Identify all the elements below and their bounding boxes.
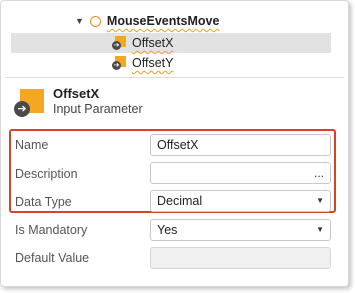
description-input[interactable]: ...: [150, 162, 331, 184]
ellipsis-button[interactable]: ...: [314, 163, 324, 183]
expand-caret-icon[interactable]: ▼: [75, 16, 84, 26]
tree-item-label: OffsetX: [132, 36, 174, 50]
name-label: Name: [15, 138, 49, 152]
element-type: Input Parameter: [53, 102, 143, 116]
is-mandatory-select[interactable]: Yes ▼: [150, 219, 331, 241]
element-title: OffsetX: [53, 86, 100, 101]
tree-item-offsety[interactable]: ➔ OffsetY: [112, 53, 173, 73]
data-type-label: Data Type: [15, 195, 72, 209]
name-input[interactable]: OffsetX: [150, 134, 331, 156]
properties-panel: ▼ MouseEventsMove ➔ OffsetX ➔ OffsetY ➔ …: [0, 0, 349, 287]
tree-item-label: OffsetY: [132, 56, 174, 70]
data-type-select[interactable]: Decimal ▼: [150, 190, 331, 212]
input-parameter-icon: ➔: [112, 56, 126, 70]
data-type-value: Decimal: [157, 194, 203, 208]
default-value-input[interactable]: [150, 247, 331, 269]
input-parameter-icon: ➔: [112, 36, 126, 50]
chevron-down-icon: ▼: [316, 225, 324, 234]
client-action-icon: [89, 15, 101, 27]
is-mandatory-label: Is Mandatory: [15, 223, 88, 237]
default-value-label: Default Value: [15, 251, 90, 265]
divider: [5, 77, 344, 78]
name-value: OffsetX: [157, 138, 199, 152]
tree-item-label: MouseEventsMove: [106, 14, 220, 28]
tree-item-offsetx[interactable]: ➔ OffsetX: [112, 33, 173, 53]
chevron-down-icon: ▼: [316, 196, 324, 205]
tree-item-mouseeventsmove[interactable]: ▼ MouseEventsMove: [75, 11, 219, 31]
description-label: Description: [15, 167, 78, 181]
input-parameter-icon: ➔: [14, 89, 44, 119]
is-mandatory-value: Yes: [157, 223, 178, 237]
